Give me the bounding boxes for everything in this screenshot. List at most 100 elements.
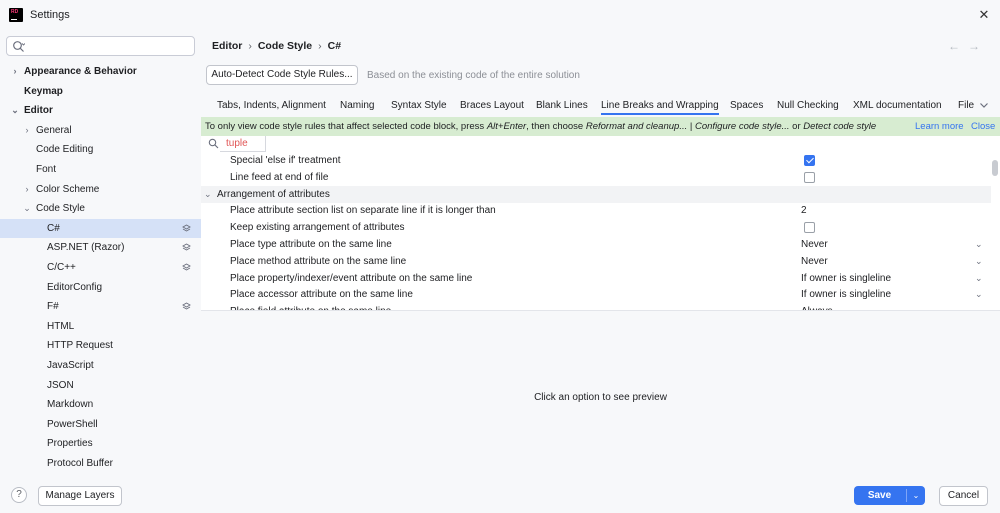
chevron-down-icon[interactable]: ⌄ <box>204 186 212 203</box>
sidebar-item-label: HTTP Request <box>47 340 113 352</box>
sidebar-item-c-c[interactable]: C/C++ <box>0 258 201 277</box>
options-scrollbar[interactable] <box>992 160 998 176</box>
option-label: Place attribute section list on separate… <box>230 205 496 217</box>
breadcrumb-editor[interactable]: Editor <box>212 40 242 52</box>
forward-arrow-icon[interactable]: → <box>968 39 988 53</box>
tab-tabs-indents-alignment[interactable]: Tabs, Indents, Alignment <box>217 100 326 111</box>
option-row: Line feed at end of file <box>201 169 991 186</box>
search-input[interactable] <box>6 36 195 56</box>
sidebar-item-javascript[interactable]: JavaScript <box>0 356 201 375</box>
select-value[interactable]: Always <box>801 303 833 310</box>
sidebar-item-label: ASP.NET (Razor) <box>47 242 125 254</box>
option-row: Place field attribute on the same line Al… <box>201 303 991 310</box>
sidebar-item-appearance-behavior[interactable]: › Appearance & Behavior <box>0 62 201 81</box>
banner-close-link[interactable]: Close <box>971 117 995 136</box>
sidebar-item-markdown[interactable]: Markdown <box>0 395 201 414</box>
option-label: Place field attribute on the same line <box>230 303 391 310</box>
option-group[interactable]: ⌄ Arrangement of attributes <box>201 185 991 203</box>
sidebar-item-properties[interactable]: Properties <box>0 434 201 453</box>
select-value[interactable]: Never <box>801 236 828 253</box>
tab-spaces[interactable]: Spaces <box>730 100 763 111</box>
option-label: Place accessor attribute on the same lin… <box>230 289 413 301</box>
save-button[interactable]: Save ⌄ <box>854 486 925 505</box>
chevron-right-icon[interactable]: › <box>22 121 32 140</box>
tab-braces-layout[interactable]: Braces Layout <box>460 100 524 111</box>
auto-detect-hint: Based on the existing code of the entire… <box>367 70 580 81</box>
filter-input-value: tuple <box>226 138 248 149</box>
sidebar-item-label: Markdown <box>47 399 94 411</box>
sidebar-item-c[interactable]: C# <box>0 218 201 238</box>
select-value[interactable]: Never <box>801 253 828 270</box>
checkbox-checked[interactable] <box>804 155 815 166</box>
chevron-right-icon[interactable]: › <box>22 180 32 199</box>
breadcrumb: Editor › Code Style › C# <box>212 40 341 52</box>
sidebar-item-color-scheme[interactable]: › Color Scheme <box>0 180 201 199</box>
chevron-down-icon[interactable]: ⌄ <box>975 303 985 310</box>
sidebar-item-html[interactable]: HTML <box>0 317 201 336</box>
sidebar-item-f[interactable]: F# <box>0 297 201 316</box>
option-row: Keep existing arrangement of attributes <box>201 219 991 236</box>
tab-bar: Tabs, Indents, Alignment Naming Syntax Sty… <box>201 96 1000 116</box>
help-icon[interactable]: ? <box>11 487 27 503</box>
banner-prefix: To only view code style rules that affec… <box>205 121 487 132</box>
number-field[interactable]: 2 <box>801 202 807 219</box>
learn-more-link[interactable]: Learn more <box>915 117 964 136</box>
sidebar-item-general[interactable]: › General <box>0 121 201 140</box>
breadcrumb-csharp: C# <box>327 40 342 52</box>
option-row: Place accessor attribute on the same lin… <box>201 286 991 303</box>
sidebar-item-http-request[interactable]: HTTP Request <box>0 336 201 355</box>
search-icon <box>13 41 25 52</box>
chevron-down-icon[interactable]: ⌄ <box>975 270 985 287</box>
layers-icon <box>182 302 191 310</box>
sidebar-item-label: Properties <box>47 438 93 450</box>
tab-blank-lines[interactable]: Blank Lines <box>536 100 588 111</box>
sidebar-item-keymap[interactable]: Keymap <box>0 82 201 101</box>
sidebar-item-label: C/C++ <box>47 262 76 273</box>
sidebar-item-protocol-buffer[interactable]: Protocol Buffer <box>0 454 201 473</box>
tabs-overflow-chevron-icon[interactable] <box>978 99 990 111</box>
save-dropdown-chevron-icon[interactable]: ⌄ <box>909 486 923 505</box>
sidebar-item-json[interactable]: JSON <box>0 376 201 395</box>
sidebar-item-label: Font <box>36 164 57 175</box>
sidebar-item-font[interactable]: Font <box>0 160 201 179</box>
tab-file[interactable]: File <box>958 100 974 111</box>
checkbox[interactable] <box>804 222 815 234</box>
chevron-down-icon[interactable]: ⌄ <box>975 286 985 303</box>
chevron-down-icon[interactable]: ⌄ <box>975 236 985 253</box>
sidebar-item-code-style[interactable]: ⌄ Code Style <box>0 199 201 218</box>
tab-null-checking[interactable]: Null Checking <box>777 100 839 111</box>
sidebar-item-code-editing[interactable]: Code Editing <box>0 140 201 159</box>
chevron-down-icon[interactable]: ⌄ <box>975 253 985 270</box>
banner-action-reformat: Reformat and cleanup... <box>585 121 688 132</box>
auto-detect-button[interactable]: Auto-Detect Code Style Rules... <box>206 65 358 85</box>
option-label: Special 'else if' treatment <box>230 155 341 166</box>
save-divider <box>906 489 907 502</box>
sidebar-item-label: General <box>36 124 72 136</box>
title-bar: RD Settings ✕ <box>0 0 1000 30</box>
tab-line-breaks-and-wrapping[interactable]: Line Breaks and Wrapping <box>601 100 719 115</box>
sidebar-item-asp-net-razor[interactable]: ASP.NET (Razor) <box>0 238 201 257</box>
breadcrumb-code-style[interactable]: Code Style <box>258 40 312 52</box>
back-arrow-icon[interactable]: ← <box>948 39 968 53</box>
window-title: Settings <box>30 9 70 21</box>
option-label: Place type attribute on the same line <box>230 239 392 250</box>
select-value[interactable]: If owner is singleline <box>801 286 891 303</box>
checkbox[interactable] <box>804 171 815 183</box>
sidebar-item-powershell[interactable]: PowerShell <box>0 415 201 434</box>
chevron-down-icon[interactable]: ⌄ <box>10 101 20 120</box>
cancel-button[interactable]: Cancel <box>939 486 988 506</box>
select-value[interactable]: If owner is singleline <box>801 270 891 287</box>
chevron-right-icon[interactable]: › <box>10 62 20 81</box>
chevron-down-icon[interactable]: ⌄ <box>22 199 32 218</box>
layers-icon <box>182 243 191 251</box>
preview-pane: Click an option to see preview <box>201 312 1000 482</box>
manage-layers-button[interactable]: Manage Layers <box>38 486 122 506</box>
sidebar-item-editor[interactable]: ⌄ Editor <box>0 101 201 120</box>
tab-xml-documentation[interactable]: XML documentation <box>853 100 942 111</box>
tab-naming[interactable]: Naming <box>340 100 374 111</box>
close-icon[interactable]: ✕ <box>974 6 994 24</box>
sidebar-item-editorconfig[interactable]: EditorConfig <box>0 278 201 297</box>
tab-syntax-style[interactable]: Syntax Style <box>391 100 447 111</box>
filter-search-icon <box>208 138 219 149</box>
preview-placeholder: Click an option to see preview <box>534 392 667 403</box>
